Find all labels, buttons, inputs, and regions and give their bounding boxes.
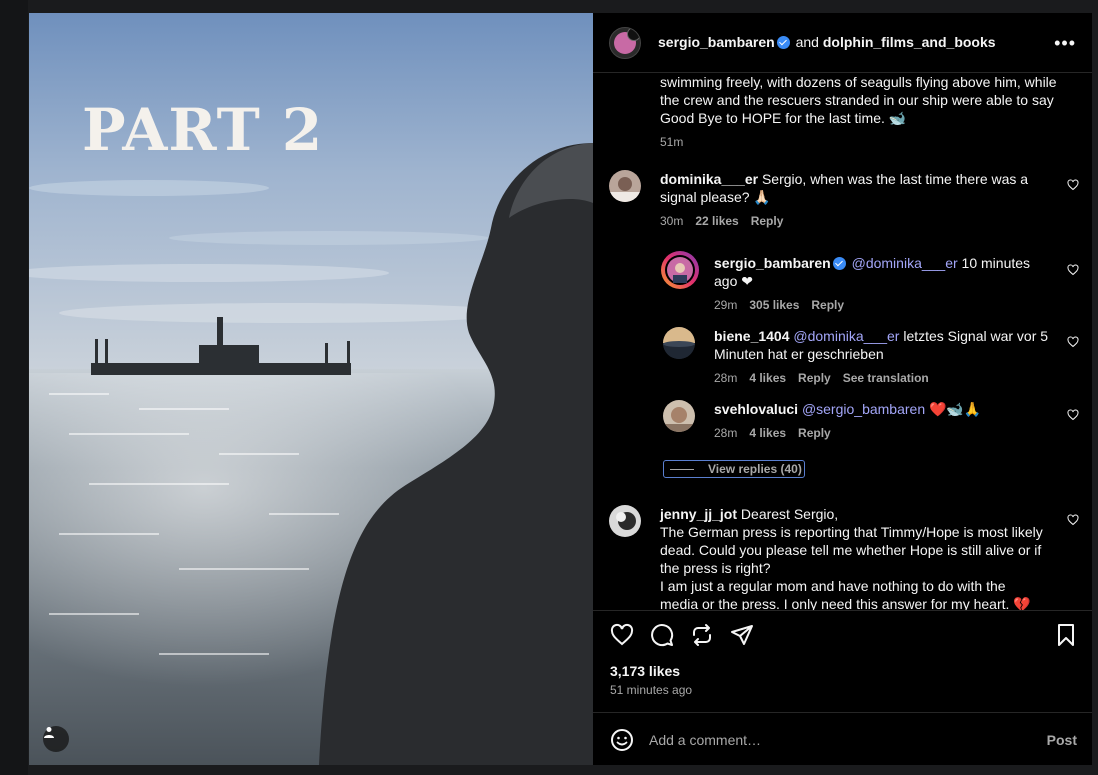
caption-time[interactable]: 51m	[660, 135, 683, 149]
repost-icon[interactable]	[690, 623, 714, 647]
post-header: sergio_bambaren and dolphin_films_and_bo…	[593, 13, 1092, 73]
like-heart-icon[interactable]	[1067, 264, 1079, 276]
reply-button[interactable]: Reply	[811, 298, 844, 312]
comment-item: jenny_jj_jot Dearest Sergio, The German …	[609, 505, 1079, 610]
coauthor-username[interactable]: dolphin_films_and_books	[823, 34, 996, 50]
comment-likes[interactable]: 4 likes	[749, 371, 786, 385]
heart-icon[interactable]	[610, 623, 634, 647]
comment-text: svehlovaluci @sergio_bambaren ❤️🐋🙏	[714, 400, 1054, 418]
avatar[interactable]	[661, 251, 699, 289]
post-actions: 3,173 likes 51 minutes ago	[593, 610, 1092, 710]
comment-meta: 28m 4 likes Reply	[714, 426, 843, 440]
author-username[interactable]: sergio_bambaren	[658, 34, 775, 50]
comment-username[interactable]: dominika___er	[660, 171, 758, 187]
comment-body: Dearest Sergio,	[737, 506, 839, 522]
post-overlay-title: PART 2	[82, 96, 324, 164]
verified-badge-icon	[832, 257, 846, 270]
comment-mention[interactable]: @dominika___er	[793, 328, 899, 344]
likes-count[interactable]: 3,173 likes	[610, 663, 680, 679]
comment-icon[interactable]	[650, 623, 674, 647]
comment-meta: 30m 22 likes Reply	[660, 214, 795, 228]
author-names: sergio_bambaren and dolphin_films_and_bo…	[658, 34, 996, 50]
view-replies-button[interactable]: View replies (40)	[663, 460, 805, 478]
comment-item: dominika___er Sergio, when was the last …	[609, 170, 1079, 250]
comment-reply-item: biene_1404 @dominika___er letztes Signal…	[663, 327, 1081, 389]
comment-time[interactable]: 28m	[714, 371, 737, 385]
avatar[interactable]	[663, 327, 695, 359]
comment-reply-item: svehlovaluci @sergio_bambaren ❤️🐋🙏 28m 4 …	[663, 400, 1081, 456]
background-page	[0, 0, 28, 775]
comment-time[interactable]: 30m	[660, 214, 683, 228]
avatar[interactable]	[609, 505, 641, 537]
post-side-panel: sergio_bambaren and dolphin_films_and_bo…	[593, 13, 1092, 765]
comment-composer: Post	[593, 712, 1092, 765]
like-heart-icon[interactable]	[1067, 179, 1079, 191]
reply-button[interactable]: Reply	[798, 426, 831, 440]
like-heart-icon[interactable]	[1067, 336, 1079, 348]
reply-button[interactable]: Reply	[798, 371, 831, 385]
comment-text: biene_1404 @dominika___er letztes Signal…	[714, 327, 1054, 363]
caption-text: swimming freely, with dozens of seagulls…	[660, 74, 1057, 126]
comment-likes[interactable]: 305 likes	[749, 298, 799, 312]
emoji-icon[interactable]	[610, 728, 634, 752]
user-tag-icon[interactable]	[43, 726, 69, 752]
comment-mention[interactable]: @dominika___er	[852, 255, 958, 271]
comment-username[interactable]: biene_1404	[714, 328, 790, 344]
comments-list[interactable]: swimming freely, with dozens of seagulls…	[593, 73, 1092, 610]
comment-time[interactable]: 28m	[714, 426, 737, 440]
post-comment-button[interactable]: Post	[1047, 732, 1077, 748]
comment-text: sergio_bambaren @dominika___er 10 minute…	[714, 254, 1049, 290]
comment-username[interactable]: jenny_jj_jot	[660, 506, 737, 522]
bookmark-icon[interactable]	[1054, 623, 1078, 647]
comment-meta: 28m 4 likes Reply See translation	[714, 371, 941, 385]
like-heart-icon[interactable]	[1067, 514, 1079, 526]
avatar[interactable]	[663, 400, 695, 432]
avatar[interactable]	[609, 170, 641, 202]
reply-button[interactable]: Reply	[751, 214, 784, 228]
comment-reply-item: sergio_bambaren @dominika___er 10 minute…	[661, 251, 1081, 321]
comment-body-line: I am just a regular mom and have nothing…	[660, 578, 1031, 610]
like-heart-icon[interactable]	[1067, 409, 1079, 421]
comment-body: ❤️🐋🙏	[925, 401, 982, 417]
comment-username[interactable]: sergio_bambaren	[714, 255, 831, 271]
comment-meta: 29m 305 likes Reply	[714, 298, 856, 312]
coauthor-avatar[interactable]	[627, 28, 640, 41]
comment-mention[interactable]: @sergio_bambaren	[802, 401, 925, 417]
comment-username[interactable]: svehlovaluci	[714, 401, 798, 417]
author-conjunction: and	[795, 34, 819, 50]
author-avatar[interactable]	[609, 27, 641, 59]
comment-text: dominika___er Sergio, when was the last …	[660, 170, 1045, 206]
caption: swimming freely, with dozens of seagulls…	[660, 73, 1060, 151]
more-horizontal-icon[interactable]: •••	[1054, 33, 1076, 54]
comment-likes[interactable]: 4 likes	[749, 426, 786, 440]
see-translation-button[interactable]: See translation	[843, 371, 929, 385]
post-image[interactable]: PART 2	[29, 13, 593, 765]
post-timestamp[interactable]: 51 minutes ago	[610, 683, 692, 697]
comment-time[interactable]: 29m	[714, 298, 737, 312]
comment-text: jenny_jj_jot Dearest Sergio, The German …	[660, 505, 1045, 610]
comment-input[interactable]	[649, 730, 1009, 750]
view-replies-label: View replies (40)	[708, 462, 802, 476]
verified-badge-icon	[776, 36, 790, 49]
comment-body-line: The German press is reporting that Timmy…	[660, 524, 1043, 576]
comment-likes[interactable]: 22 likes	[695, 214, 738, 228]
share-icon[interactable]	[730, 623, 754, 647]
